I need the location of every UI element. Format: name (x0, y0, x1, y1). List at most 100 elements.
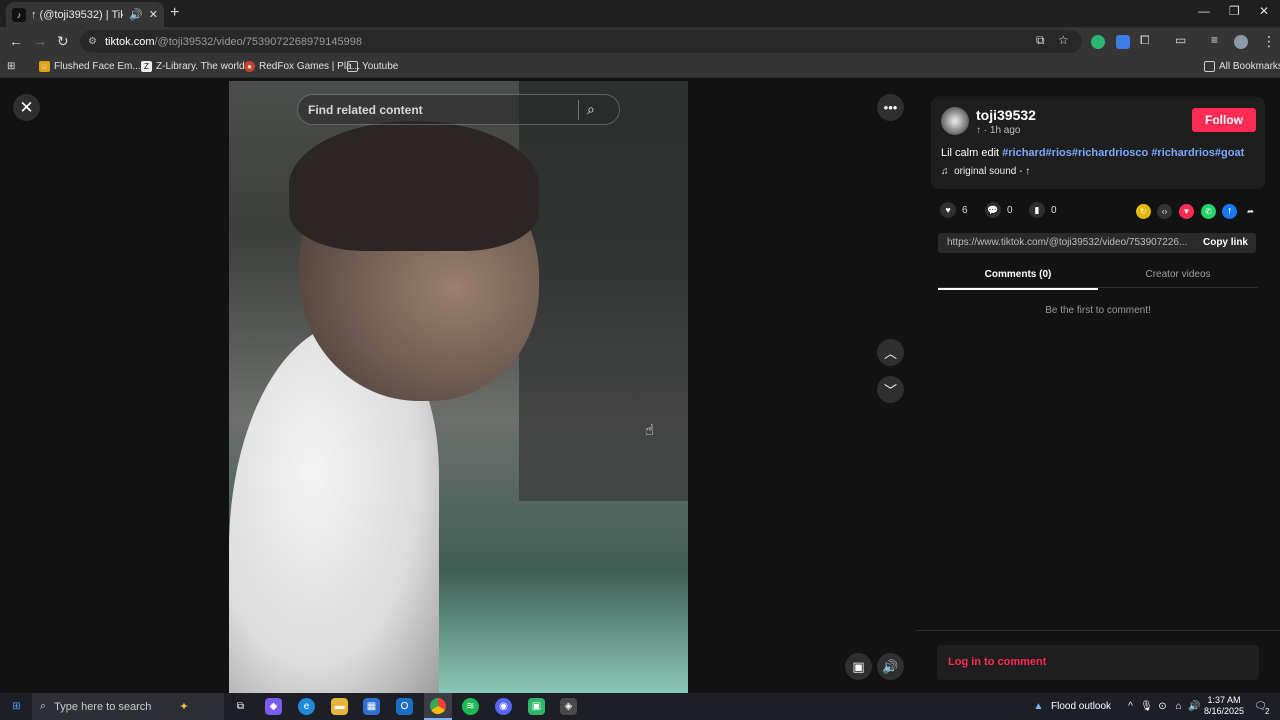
tab-creator-videos[interactable]: Creator videos (1098, 269, 1258, 280)
tab-comments[interactable]: Comments (0) (938, 269, 1098, 290)
copy-link-button[interactable]: Copy link (1203, 237, 1248, 248)
chevron-up-icon: ︿ (883, 346, 897, 361)
share-link-url[interactable]: https://www.tiktok.com/@toji39532/video/… (947, 237, 1192, 248)
post-meta: ↑ · 1h ago (976, 125, 1021, 136)
comment-icon: 💬 (985, 202, 1001, 218)
apps-grid-icon[interactable]: ⊞ (7, 61, 15, 72)
spotify-icon[interactable]: ≋ (462, 698, 479, 715)
like-action[interactable]: ♥ 6 (940, 202, 968, 218)
install-app-icon[interactable]: ⧉ (1036, 33, 1045, 48)
login-to-comment-link[interactable]: Log in to comment (937, 645, 1259, 680)
minimize-icon[interactable]: — (1198, 4, 1210, 18)
url-host: tiktok.com (104, 35, 155, 48)
folder-icon (1204, 61, 1215, 72)
copilot-sparkle-icon: ✦ (179, 701, 189, 713)
save-action[interactable]: ▮ 0 (1029, 202, 1057, 218)
share-link-box: https://www.tiktok.com/@toji39532/video/… (938, 233, 1256, 253)
microphone-icon[interactable]: 🎙 (1138, 698, 1155, 715)
embed-icon[interactable]: ‹› (1157, 204, 1172, 219)
weather-text[interactable]: Flood outlook (1051, 701, 1111, 712)
speaker-icon[interactable]: 🔊 (129, 8, 143, 21)
tab-title: ↑ (@toji39532) | TikTok (31, 8, 124, 21)
browser-menu-icon[interactable]: ⋮ (1262, 33, 1276, 50)
browser-tab[interactable]: ♪ ↑ (@toji39532) | TikTok 🔊 ✕ (6, 2, 164, 27)
extensions-puzzle-icon[interactable]: ⧠ (1140, 33, 1150, 48)
forward-icon[interactable]: → (33, 33, 47, 49)
hashtag-links[interactable]: #richard#rios#richardriosco #richardrios… (1002, 147, 1244, 159)
video-player[interactable] (229, 81, 688, 693)
tray-icon[interactable]: ⊙ (1154, 698, 1171, 715)
profile-avatar[interactable] (1234, 35, 1248, 49)
bookmark-star-icon[interactable]: ☆ (1058, 33, 1069, 47)
bookmark-item[interactable]: ☺ Flushed Face Em... (39, 61, 141, 72)
sound-link[interactable]: ♫ original sound - ↑ (941, 166, 1030, 177)
taskbar-search[interactable]: ⌕ Type here to search ✦ (32, 693, 224, 720)
send-icon[interactable]: ▼ (1179, 204, 1194, 219)
share-arrow-icon[interactable]: ➦ (1243, 204, 1258, 219)
panel-tabs: Comments (0) Creator videos (938, 266, 1258, 290)
all-bookmarks[interactable]: All Bookmarks (1204, 61, 1280, 72)
outlook-icon[interactable]: O (396, 698, 413, 715)
video-frame-hair (289, 121, 539, 251)
chrome-icon (430, 697, 446, 714)
close-video-button[interactable]: ✕ (13, 94, 40, 121)
creator-username[interactable]: toji39532 (976, 107, 1036, 123)
close-icon: ✕ (19, 97, 34, 117)
floating-player-button[interactable]: ▣ (845, 653, 872, 680)
related-search-input[interactable] (308, 102, 578, 117)
tab-close-icon[interactable]: ✕ (149, 8, 158, 21)
system-clock[interactable]: 1:37 AM 8/16/2025 (1200, 695, 1248, 717)
extension-icon[interactable] (1116, 35, 1130, 49)
side-panel-icon[interactable]: ▭ (1175, 33, 1186, 47)
bookmarks-bar: ⊞ ☺ Flushed Face Em... Z Z-Library. The wo… (0, 56, 1280, 78)
bookmark-item[interactable]: Z Z-Library. The world... (141, 61, 253, 72)
task-view-icon[interactable]: ⧉ (232, 698, 249, 715)
search-divider (578, 99, 579, 120)
pip-icon: ▣ (852, 658, 865, 674)
new-tab-icon[interactable]: + (170, 4, 179, 22)
app-icon[interactable]: ▣ (528, 698, 545, 715)
windows-start-icon[interactable]: ⊞ (8, 698, 25, 715)
creator-avatar[interactable] (941, 107, 969, 135)
reload-icon[interactable]: ↻ (57, 33, 69, 50)
comment-action[interactable]: 💬 0 (985, 202, 1013, 218)
volume-button[interactable]: 🔊 (877, 653, 904, 680)
folder-icon (347, 61, 358, 72)
network-icon[interactable]: ⌂ (1170, 698, 1187, 715)
back-icon[interactable]: ← (9, 33, 23, 49)
repost-icon[interactable]: ↻ (1136, 204, 1151, 219)
facebook-icon[interactable]: f (1222, 204, 1237, 219)
tiktok-video-page: ✕ ⌕ ••• ︿ ﹀ ▣ 🔊 ☝ toji39532 ↑ · 1h ago F… (0, 79, 1280, 693)
restore-icon[interactable]: ❐ (1229, 4, 1240, 18)
related-search-box[interactable]: ⌕ (297, 94, 620, 125)
follow-button[interactable]: Follow (1192, 108, 1256, 132)
video-background (519, 81, 688, 501)
address-bar[interactable]: ⚙ tiktok.com/@toji39532/video/7539072268… (80, 30, 1082, 53)
bookmark-item[interactable]: ● RedFox Games | Pla... (244, 61, 360, 72)
whatsapp-icon[interactable]: ✆ (1201, 204, 1216, 219)
redfox-icon: ● (244, 61, 255, 72)
copilot-icon[interactable]: ◆ (265, 698, 282, 715)
file-explorer-icon[interactable]: ▬ (331, 698, 348, 715)
bookmark-icon: ▮ (1029, 202, 1045, 218)
previous-video-button[interactable]: ︿ (877, 339, 904, 366)
post-description: Lil calm edit #richard#rios#richardriosc… (941, 147, 1245, 159)
app-icon[interactable]: ◈ (560, 698, 577, 715)
search-icon: ⌕ (40, 700, 47, 712)
site-info-icon[interactable]: ⚙ (88, 36, 97, 47)
media-controls-icon[interactable]: ≡ (1211, 33, 1218, 47)
chrome-taskbar-button[interactable] (424, 693, 452, 720)
window-close-icon[interactable]: ✕ (1259, 4, 1269, 18)
edge-icon[interactable]: e (298, 698, 315, 715)
store-icon[interactable]: ▦ (363, 698, 380, 715)
chevron-up-icon[interactable]: ^ (1122, 698, 1139, 715)
engagement-actions: ♥ 6 💬 0 ▮ 0 ↻ ‹› ▼ ✆ f ➦ (940, 202, 1270, 222)
chevron-down-icon: ﹀ (883, 383, 897, 398)
search-icon[interactable]: ⌕ (587, 101, 595, 118)
bookmark-item[interactable]: Youtube (347, 61, 398, 72)
more-options-button[interactable]: ••• (877, 94, 904, 121)
discord-icon[interactable]: ◉ (495, 698, 512, 715)
next-video-button[interactable]: ﹀ (877, 376, 904, 403)
weather-warning-icon[interactable]: ▲ (1030, 698, 1047, 715)
extension-grammarly-icon[interactable] (1091, 35, 1105, 49)
